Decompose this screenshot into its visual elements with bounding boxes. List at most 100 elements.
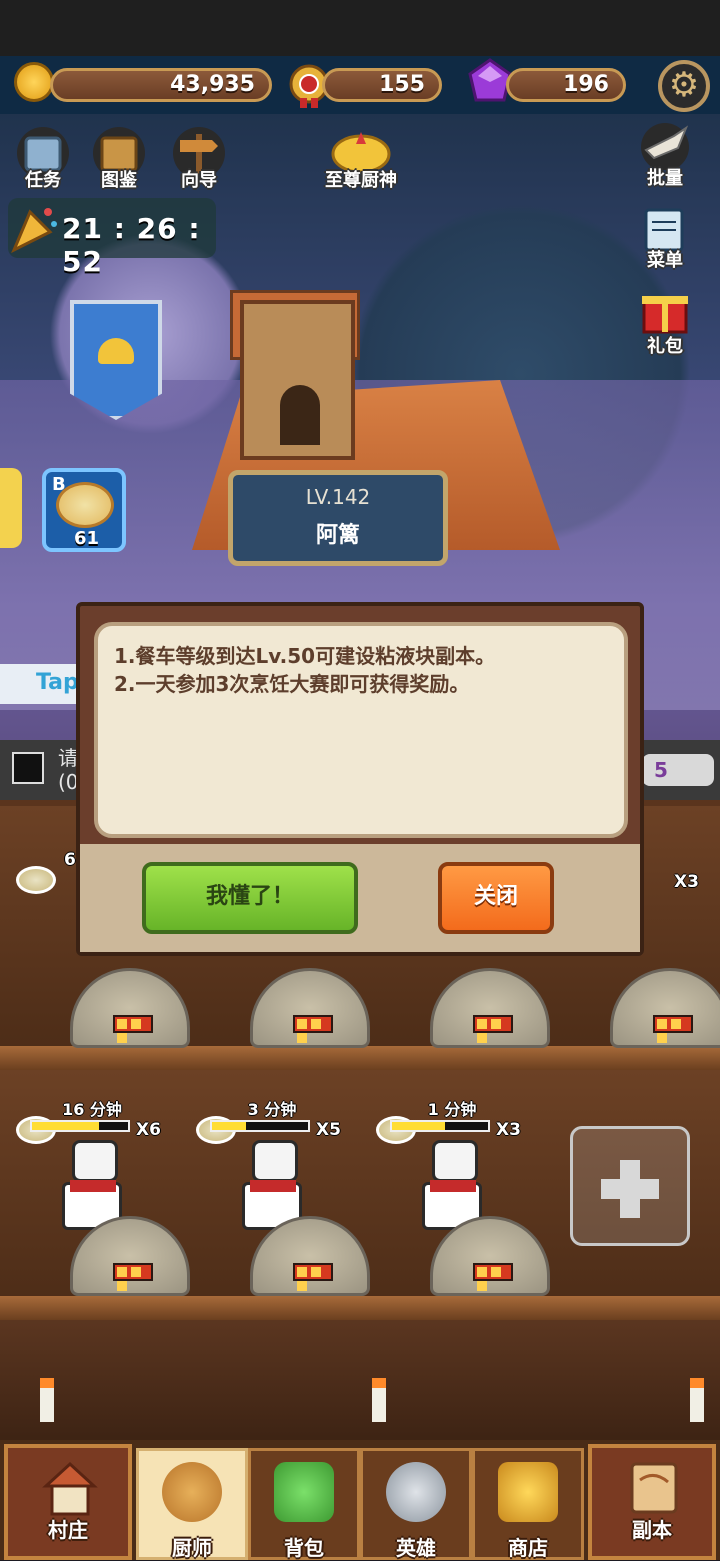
tap-text: Tap	[36, 670, 79, 695]
gift-box-icon	[642, 296, 688, 334]
cook-time: 3 分钟	[247, 1100, 297, 1119]
chef-head	[72, 1140, 118, 1182]
nav-shop[interactable]: 商店	[472, 1448, 584, 1560]
cook-progress-bar	[390, 1120, 490, 1132]
nav-heroes[interactable]: 英雄	[360, 1448, 472, 1560]
understood-button[interactable]: 我懂了！	[142, 862, 358, 934]
nav-dungeon-label: 副本	[632, 1518, 672, 1542]
cook-progress-fill	[392, 1122, 445, 1130]
cook-progress-bar	[30, 1120, 130, 1132]
cook-multiplier: X5	[316, 1120, 341, 1140]
menu-button[interactable]: 菜单	[628, 206, 702, 276]
chef-scarf	[250, 1180, 296, 1192]
status-bar	[0, 0, 720, 56]
settings-gear-icon[interactable]: ⚙	[658, 60, 710, 112]
supreme-chef-button[interactable]: 至尊厨神	[316, 126, 406, 206]
dialog-text: 1.餐车等级到达Lv.50可建设粘液块副本。 2.一天参加3次烹饪大赛即可获得奖…	[114, 642, 614, 698]
cook-progress-bar	[210, 1120, 310, 1132]
nav-bag-label: 背包	[284, 1536, 324, 1560]
candle-icon	[40, 1378, 54, 1422]
pizza-dish-card[interactable]: B 61	[42, 468, 126, 552]
chef-station-2[interactable]: 3 分钟 X5	[192, 1096, 370, 1296]
tower-door	[280, 385, 320, 445]
dish-icon	[16, 866, 56, 894]
dialog-text-panel: 1.餐车等级到达Lv.50可建设粘液块副本。 2.一天参加3次烹饪大赛即可获得奖…	[94, 622, 628, 838]
restaurant-level: LV.142	[305, 485, 371, 509]
chef-character	[232, 1140, 302, 1230]
chef-character	[52, 1140, 122, 1230]
nav-shop-label: 商店	[508, 1536, 548, 1560]
roast-chicken-icon	[162, 1462, 222, 1522]
cook-time: 1 分钟	[427, 1100, 477, 1119]
dialog-line-2: 2.一天参加3次烹饪大赛即可获得奖励。	[114, 672, 470, 696]
map-scroll-icon	[630, 1462, 678, 1514]
shelf-1	[0, 1046, 720, 1070]
restaurant-name: 阿篱	[315, 523, 360, 548]
dove-icon	[641, 123, 689, 170]
nav-village-label: 村庄	[48, 1518, 88, 1542]
coin-icon	[14, 62, 54, 102]
guide-label: 向导	[181, 170, 217, 191]
candle-icon	[690, 1378, 704, 1422]
supreme-chef-label: 至尊厨神	[325, 170, 397, 191]
strip-text-1: 请	[58, 746, 78, 770]
batch-button[interactable]: 批量	[628, 120, 702, 196]
nav-chef-label: 厨师	[172, 1536, 212, 1560]
pizza-count: 61	[74, 528, 100, 549]
pizza-icon	[56, 482, 114, 528]
timer-countdown: 21 : 26 : 52	[62, 212, 201, 278]
cook-progress-fill	[212, 1122, 246, 1130]
add-chef-button[interactable]	[570, 1126, 690, 1246]
stove-fire-icon	[293, 1015, 333, 1043]
nav-heroes-label: 英雄	[396, 1536, 436, 1560]
plus-icon-vertical	[620, 1160, 640, 1218]
chef-character	[412, 1140, 482, 1230]
stove-fire-icon	[293, 1263, 333, 1291]
nav-bag[interactable]: 背包	[248, 1448, 360, 1560]
stove-fire-icon	[473, 1263, 513, 1291]
stove-fire-icon	[113, 1015, 153, 1043]
cook-multiplier: X3	[496, 1120, 521, 1140]
cook-progress-fill	[32, 1122, 100, 1130]
party-popper-icon	[11, 208, 57, 254]
candle-icon	[372, 1378, 386, 1422]
chef-scarf	[430, 1180, 476, 1192]
knight-helmet-icon	[386, 1462, 446, 1522]
row1-partial-label: 6	[64, 850, 76, 870]
restaurant-level-plate[interactable]: LV.142 阿篱	[228, 470, 448, 566]
kitchen-row-3	[0, 1320, 720, 1450]
backpack-icon	[274, 1462, 334, 1522]
chef-head	[432, 1140, 478, 1182]
village-house-icon	[42, 1461, 98, 1516]
tap-sign: Tap	[0, 664, 79, 704]
gift-button[interactable]: 礼包	[628, 284, 702, 360]
event-timer[interactable]: 21 : 26 : 52	[8, 190, 216, 278]
info-dialog: 1.餐车等级到达Lv.50可建设粘液块副本。 2.一天参加3次烹饪大赛即可获得奖…	[76, 602, 644, 956]
dialog-line-1: 1.餐车等级到达Lv.50可建设粘液块副本。	[114, 644, 496, 668]
chef-station-3[interactable]: 1 分钟 X3	[372, 1096, 550, 1296]
cook-multiplier: X6	[136, 1120, 161, 1140]
close-button[interactable]: 关闭	[438, 862, 554, 934]
chef-station-1[interactable]: 16 分钟 X6	[12, 1096, 190, 1296]
side-card-edge[interactable]	[0, 468, 22, 548]
stove-fire-icon	[113, 1263, 153, 1291]
catalog-label: 图鉴	[101, 170, 137, 191]
tasks-label: 任务	[25, 170, 61, 191]
shelf-2	[0, 1296, 720, 1320]
chef-head	[252, 1140, 298, 1182]
stove-fire-icon	[653, 1015, 693, 1043]
chef-scarf	[70, 1180, 116, 1192]
coins-value: 43,935	[50, 68, 272, 102]
nav-village[interactable]: 村庄	[4, 1444, 132, 1560]
batch-label: 批量	[647, 168, 683, 189]
nav-chef[interactable]: 厨师	[136, 1448, 248, 1560]
strip-value-pill: 5	[642, 754, 714, 786]
gems-value: 196	[506, 68, 626, 102]
menu-label: 菜单	[647, 250, 683, 271]
row1-multiplier: X3	[674, 872, 699, 892]
cook-time: 16 分钟	[62, 1100, 122, 1119]
stove-fire-icon	[473, 1015, 513, 1043]
nav-dungeon[interactable]: 副本	[588, 1444, 716, 1560]
gift-label: 礼包	[647, 336, 683, 357]
checkbox[interactable]	[12, 752, 44, 784]
